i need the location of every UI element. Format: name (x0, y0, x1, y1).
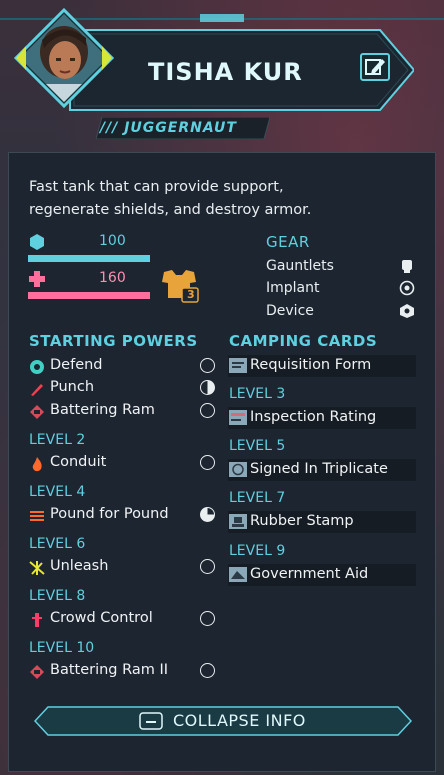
power-label: Crowd Control (50, 610, 153, 626)
starting-powers-title: STARTING POWERS (29, 332, 198, 350)
cooldown-icon (200, 559, 215, 574)
top-divider-accent (200, 14, 244, 22)
card-signed-in-triplicate[interactable]: Signed In Triplicate (228, 459, 416, 481)
power-crowd-control[interactable]: Crowd Control (29, 610, 219, 630)
description-line: regenerate shields, and destroy armor. (29, 202, 312, 218)
device-icon (400, 304, 414, 318)
health-bar (28, 292, 150, 299)
gauntlet-icon (402, 260, 412, 273)
gear-item-implant: Implant (266, 280, 320, 296)
half-cooldown-icon (200, 380, 215, 395)
power-label: Battering Ram II (50, 662, 169, 678)
gear-item-gauntlets: Gauntlets (266, 258, 334, 274)
camping-cards-title: CAMPING CARDS (229, 332, 378, 350)
battering-ram-icon (30, 405, 44, 419)
unleash-icon (29, 561, 45, 575)
class-label: /// JUGGERNAUT (100, 120, 237, 136)
level-label: LEVEL 6 (29, 536, 86, 552)
card-label: Rubber Stamp (250, 513, 354, 529)
card-icon (229, 567, 247, 582)
level-label: LEVEL 8 (29, 588, 86, 604)
card-requisition-form[interactable]: Requisition Form (228, 355, 416, 377)
card-label: Government Aid (250, 566, 369, 582)
crowd-control-icon (32, 613, 42, 627)
card-label: Signed In Triplicate (250, 461, 388, 477)
power-punch[interactable]: Punch (29, 379, 219, 399)
card-label: Requisition Form (250, 357, 372, 373)
power-battering-ram-ii[interactable]: Battering Ram II (29, 662, 219, 682)
shield-icon (30, 234, 44, 250)
power-label: Punch (50, 379, 95, 395)
battering-ram-icon (30, 665, 44, 679)
conduit-icon (32, 457, 42, 472)
implant-icon (399, 280, 415, 296)
character-name: TISHA KUR (148, 58, 303, 86)
power-conduit[interactable]: Conduit (29, 454, 219, 474)
armor-icon (162, 270, 199, 303)
power-label: Unleash (50, 558, 109, 574)
armor-badge: 3 (187, 288, 195, 301)
shield-bar (28, 255, 150, 262)
power-label: Defend (50, 357, 103, 373)
cooldown-icon (200, 403, 215, 418)
power-battering-ram[interactable]: Battering Ram (29, 402, 219, 422)
cooldown-icon (200, 611, 215, 626)
edit-button[interactable] (360, 53, 390, 81)
card-government-aid[interactable]: Government Aid (228, 564, 416, 586)
card-icon (229, 410, 247, 425)
card-icon (229, 514, 247, 529)
level-label: LEVEL 5 (229, 438, 286, 454)
power-label: Battering Ram (50, 402, 155, 418)
level-label: LEVEL 4 (29, 484, 86, 500)
character-portrait[interactable] (14, 8, 114, 108)
edit-icon (365, 59, 385, 75)
shield-value: 100 (99, 233, 126, 249)
card-label: Inspection Rating (250, 409, 377, 425)
gear-item-device: Device (266, 303, 314, 319)
card-icon (229, 462, 247, 477)
power-label: Conduit (50, 454, 107, 470)
pound-icon (30, 511, 44, 521)
cooldown-icon (200, 358, 215, 373)
level-label: LEVEL 10 (29, 640, 95, 656)
punch-icon (31, 384, 43, 396)
gear-title: GEAR (266, 233, 310, 251)
health-icon (29, 271, 45, 287)
description-line: Fast tank that can provide support, (29, 179, 284, 195)
card-rubber-stamp[interactable]: Rubber Stamp (228, 511, 416, 533)
power-pound-for-pound[interactable]: Pound for Pound (29, 506, 219, 526)
power-defend[interactable]: Defend (29, 357, 219, 377)
health-value: 160 (99, 270, 126, 286)
card-icon (229, 358, 247, 373)
character-description: Fast tank that can provide support, rege… (29, 176, 409, 222)
level-label: LEVEL 7 (229, 490, 286, 506)
defend-icon (30, 360, 44, 374)
power-unleash[interactable]: Unleash (29, 558, 219, 578)
level-label: LEVEL 3 (229, 386, 286, 402)
cooldown-icon (200, 455, 215, 470)
level-label: LEVEL 2 (29, 432, 86, 448)
level-label: LEVEL 9 (229, 543, 286, 559)
collapse-info-label: COLLAPSE INFO (173, 711, 306, 730)
quarter-cooldown-icon (200, 507, 215, 522)
card-inspection-rating[interactable]: Inspection Rating (228, 407, 416, 429)
power-label: Pound for Pound (50, 506, 169, 522)
cooldown-icon (200, 663, 215, 678)
